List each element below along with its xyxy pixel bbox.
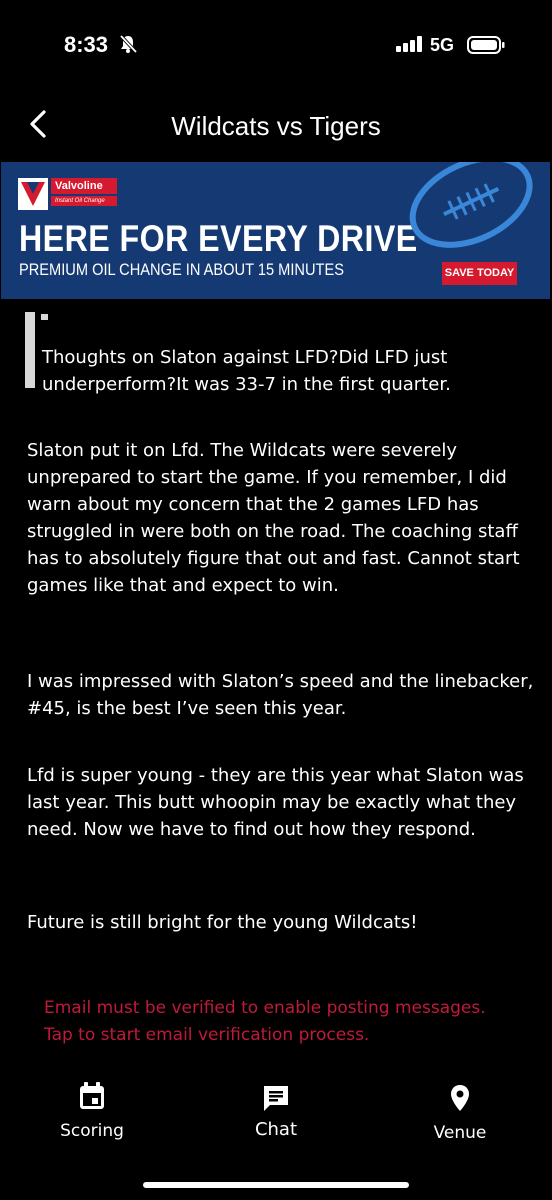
tab-label: Venue <box>433 1123 487 1143</box>
verification-line-2[interactable]: Tap to start email verification process. <box>44 1022 486 1049</box>
ad-headline: HERE FOR EVERY DRIVE <box>19 218 418 259</box>
status-time: 8:33 <box>64 32 109 57</box>
ad-banner[interactable]: Valvoline Instant Oil Change HERE FOR EV… <box>1 162 550 299</box>
bottom-tab-bar: Scoring Chat Venue <box>0 1075 552 1175</box>
tab-venue[interactable]: Venue <box>420 1083 500 1143</box>
network-type: 5G <box>430 35 455 55</box>
email-verification-notice[interactable]: Email must be verified to enable posting… <box>44 995 486 1049</box>
cellular-signal-icon <box>396 36 424 56</box>
valvoline-logo: Valvoline Instant Oil Change <box>18 178 117 210</box>
ad-subheadline: PREMIUM OIL CHANGE IN ABOUT 15 MINUTES <box>19 260 344 279</box>
battery-icon <box>467 36 505 58</box>
message-paragraph: I was impressed with Slaton’s speed and … <box>27 671 534 719</box>
ad-cta-button[interactable]: SAVE TODAY <box>442 262 517 285</box>
calendar-icon <box>80 1082 104 1109</box>
bell-muted-icon <box>118 34 138 58</box>
message-paragraph: Slaton put it on Lfd. The Wildcats were … <box>27 440 520 596</box>
tab-label: Chat <box>254 1119 298 1140</box>
message-paragraph: Lfd is super young - they are this year … <box>27 765 524 840</box>
quote-marker <box>41 314 48 320</box>
message-paragraph: Future is still bright for the young Wil… <box>27 912 418 933</box>
status-bar: 8:33 5G <box>0 0 552 90</box>
chat-icon <box>264 1086 288 1111</box>
nav-header: Wildcats vs Tigers <box>0 95 552 155</box>
verification-line-1: Email must be verified to enable posting… <box>44 998 486 1018</box>
tab-scoring[interactable]: Scoring <box>52 1081 132 1141</box>
quoted-message: Thoughts on Slaton against LFD?Did LFD j… <box>42 347 451 395</box>
tab-chat[interactable]: Chat <box>236 1083 316 1140</box>
location-pin-icon <box>451 1085 469 1111</box>
football-icon <box>409 162 533 248</box>
home-indicator <box>143 1182 409 1188</box>
ad-brand: Valvoline <box>51 178 117 194</box>
page-title: Wildcats vs Tigers <box>171 111 381 141</box>
ad-brand-tagline: Instant Oil Change <box>51 196 117 206</box>
quote-bar <box>25 312 35 388</box>
tab-label: Scoring <box>60 1121 124 1141</box>
